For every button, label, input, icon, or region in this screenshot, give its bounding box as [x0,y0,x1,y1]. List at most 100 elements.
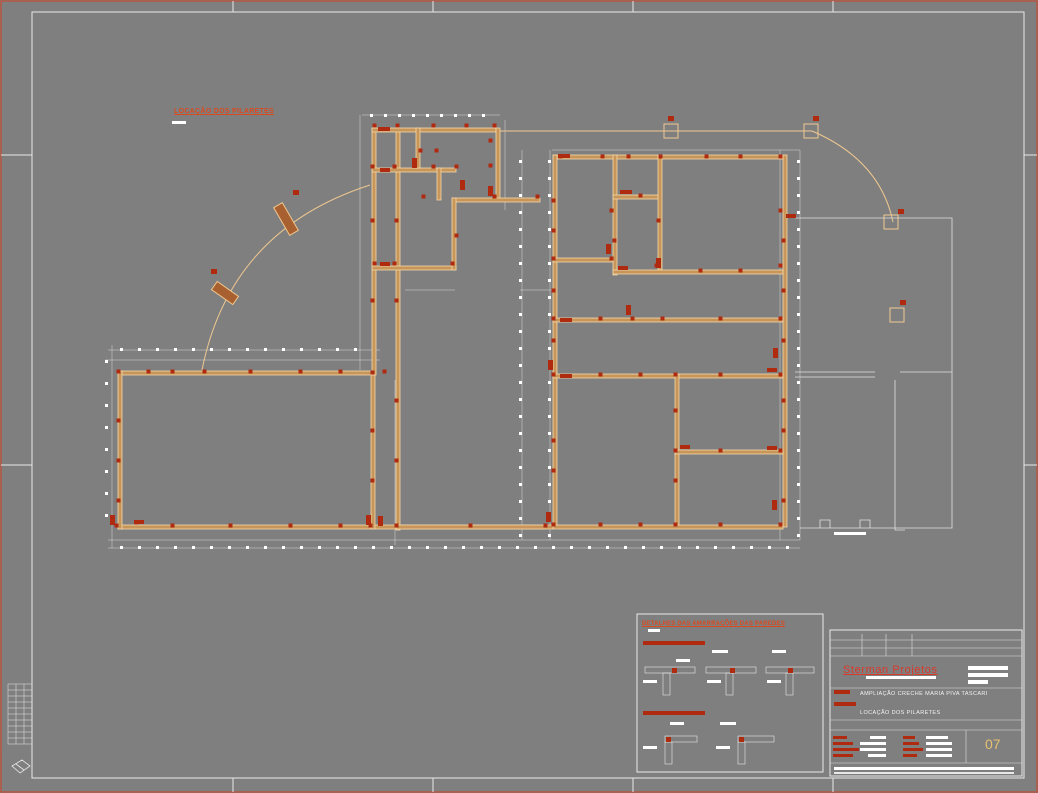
dimension-tick [548,262,551,265]
wall-segment [371,265,457,271]
column-marker [560,374,572,378]
dimension-tick [548,415,551,418]
column-marker [546,512,551,522]
drawing-name: LOCAÇÃO DOS PILARETES [860,710,941,716]
pilarete [626,154,631,159]
dimension-tick [192,348,195,351]
pilarete [492,194,497,199]
pilarete [551,256,556,261]
dimension-tick [797,194,800,197]
dimension-tick [548,483,551,486]
pilarete [781,428,786,433]
column-marker [606,244,611,254]
dimension-tick [210,348,213,351]
pilarete [781,338,786,343]
dimension-tick [412,114,415,117]
project-name: AMPLIAÇÃO CRECHE MARIA PIVA TASCARI [860,691,988,697]
dimension-tick [156,546,159,549]
dimension-tick [120,546,123,549]
dimension-tick [797,500,800,503]
pilarete [116,458,121,463]
view-title: LOCAÇÃO DOS PILARETES [174,108,275,115]
dimension-tick [696,546,699,549]
dimension-tick [588,546,591,549]
dimension-tick [519,194,522,197]
pilarete [454,164,459,169]
pilarete [609,208,614,213]
pilarete [781,238,786,243]
dimension-tick [105,448,108,451]
dimension-tick [228,348,231,351]
pilarete [394,458,399,463]
pilarete [638,193,643,198]
pilarete [778,263,783,268]
pilarete [778,208,783,213]
column-marker [211,269,217,274]
dimension-tick [120,348,123,351]
wall-segment [436,167,442,201]
masonry-walls [117,127,788,531]
column-marker [110,515,115,525]
dimension-tick [548,245,551,248]
dimension-tick [548,432,551,435]
wall-segment [495,127,501,201]
column-marker [548,360,553,370]
dimension-tick [105,382,108,385]
pilarete [673,372,678,377]
dimension-tick [797,449,800,452]
dimension-tick [174,546,177,549]
pilarete [370,298,375,303]
dimension-tick [519,517,522,520]
dimension-tick [548,313,551,316]
dimension-tick [519,177,522,180]
wall-segment [552,373,784,379]
column-marker [680,445,690,449]
dimension-tick [797,364,800,367]
wall-segment [370,370,376,530]
dimension-tick [105,404,108,407]
dimension-tick [797,347,800,350]
pilarete [718,316,723,321]
pilarete [673,522,678,527]
dimension-tick [282,546,285,549]
pilarete [434,148,439,153]
dimension-tick [300,348,303,351]
dimension-tick [797,262,800,265]
pilarete [298,369,303,374]
pilarete [535,194,540,199]
pilarete [372,261,377,266]
wall-segment [395,127,401,531]
dimension-tick [548,449,551,452]
pilarete [492,123,497,128]
pilarete [392,261,397,266]
pilarete [781,398,786,403]
scale-bar [834,532,866,535]
dimension-lines [105,114,801,549]
dimension-tick [336,348,339,351]
dimension-tick [548,398,551,401]
column-marker [767,368,777,372]
dimension-tick [390,546,393,549]
dimension-tick [519,432,522,435]
pilarete [718,522,723,527]
pilarete [673,448,678,453]
dimension-tick [548,279,551,282]
column-marker [656,258,661,268]
pilarete [394,298,399,303]
dimension-tick [372,546,375,549]
dimension-tick [519,211,522,214]
pilarete [778,522,783,527]
dimension-tick [797,228,800,231]
pilarete [698,268,703,273]
column-marker [380,262,390,266]
north-logo-icon [11,759,31,774]
pilarete [738,154,743,159]
dimension-tick [138,348,141,351]
pilarete [543,523,548,528]
column-marker [380,168,390,172]
wall-segment [552,257,616,263]
dimension-tick [444,546,447,549]
pilarete [370,218,375,223]
dimension-tick [797,211,800,214]
column-marker [626,305,631,315]
